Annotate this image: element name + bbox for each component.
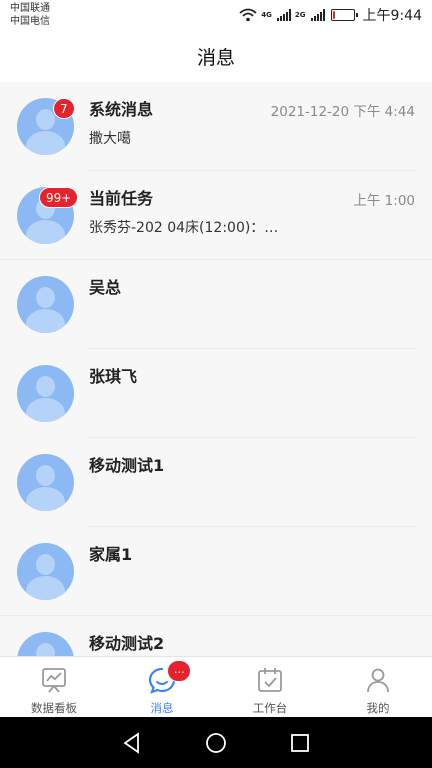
message-name: 移动测试1 bbox=[89, 456, 165, 475]
back-button[interactable] bbox=[119, 730, 145, 756]
avatar bbox=[17, 632, 74, 656]
message-name: 家属1 bbox=[89, 545, 133, 564]
carrier-1: 中国联通 bbox=[10, 3, 50, 14]
tab-messages[interactable]: … 消息 bbox=[108, 657, 216, 717]
message-item-contact[interactable]: 移动测试2 bbox=[0, 616, 432, 656]
clock: 上午9:44 bbox=[362, 8, 422, 24]
wifi-icon bbox=[239, 8, 257, 22]
tab-workbench[interactable]: 工作台 bbox=[216, 657, 324, 717]
calendar-check-icon bbox=[258, 668, 282, 692]
tab-label: 我的 bbox=[366, 701, 390, 715]
message-item-task[interactable]: 当前任务 张秀芬-202 04床(12:00)：… 上午 1:00 bbox=[0, 171, 432, 260]
unread-badge: 7 bbox=[53, 98, 75, 119]
page-title: 消息 bbox=[196, 46, 235, 69]
status-indicators: 4G 2G 上午9:44 bbox=[239, 6, 422, 24]
home-button[interactable] bbox=[203, 730, 229, 756]
message-name: 当前任务 bbox=[89, 189, 154, 208]
battery-level bbox=[332, 11, 335, 19]
tab-label: 数据看板 bbox=[31, 701, 77, 715]
network-type-2: 2G bbox=[294, 11, 306, 19]
signal-icon bbox=[276, 9, 291, 21]
message-name: 系统消息 bbox=[89, 100, 154, 119]
carrier-info: 中国联通 中国电信 bbox=[10, 2, 50, 28]
message-name: 吴总 bbox=[89, 278, 122, 297]
message-item-contact[interactable]: 家属1 bbox=[0, 527, 432, 616]
recents-icon bbox=[291, 733, 309, 752]
message-item-system[interactable]: 7 系统消息 撒大噶 2021-12-20 下午 4:44 bbox=[0, 82, 432, 171]
message-time: 上午 1:00 bbox=[353, 193, 415, 209]
tab-label: 工作台 bbox=[252, 701, 288, 715]
home-icon bbox=[206, 732, 226, 753]
message-item-contact[interactable]: 移动测试1 bbox=[0, 438, 432, 527]
message-name: 张琪飞 bbox=[89, 367, 138, 386]
message-item-contact[interactable]: 吴总 bbox=[0, 260, 432, 349]
avatar bbox=[17, 276, 74, 333]
message-preview: 撒大噶 bbox=[89, 131, 131, 147]
tab-bar: 数据看板 … 消息 工作台 我的 bbox=[0, 656, 432, 717]
recents-button[interactable] bbox=[287, 730, 313, 756]
unread-badge-task: 99+ bbox=[39, 187, 79, 208]
status-bar: 中国联通 中国电信 4G 2G 上午9:44 bbox=[0, 0, 432, 30]
page-header: 消息 bbox=[0, 30, 432, 82]
carrier-2: 中国电信 bbox=[10, 16, 50, 27]
avatar bbox=[17, 365, 74, 422]
tab-badge: … bbox=[167, 660, 192, 682]
tab-profile[interactable]: 我的 bbox=[324, 657, 432, 717]
network-type-1: 4G bbox=[261, 11, 272, 19]
back-icon bbox=[123, 731, 139, 754]
battery-icon bbox=[330, 9, 358, 21]
avatar bbox=[17, 454, 74, 511]
avatar bbox=[17, 543, 74, 600]
tab-label: 消息 bbox=[150, 701, 174, 715]
message-name: 移动测试2 bbox=[89, 634, 165, 653]
user-icon bbox=[367, 668, 389, 693]
system-nav-bar bbox=[0, 717, 432, 768]
message-item-contact[interactable]: 张琪飞 bbox=[0, 349, 432, 438]
dashboard-icon bbox=[42, 668, 66, 693]
signal-icon-2 bbox=[310, 9, 325, 21]
message-preview: 张秀芬-202 04床(12:00)：… bbox=[89, 220, 279, 236]
message-list[interactable]: 7 系统消息 撒大噶 2021-12-20 下午 4:44 当前任务 张秀芬-2… bbox=[0, 82, 432, 656]
message-time: 2021-12-20 下午 4:44 bbox=[270, 104, 415, 120]
tab-dashboard[interactable]: 数据看板 bbox=[0, 657, 108, 717]
